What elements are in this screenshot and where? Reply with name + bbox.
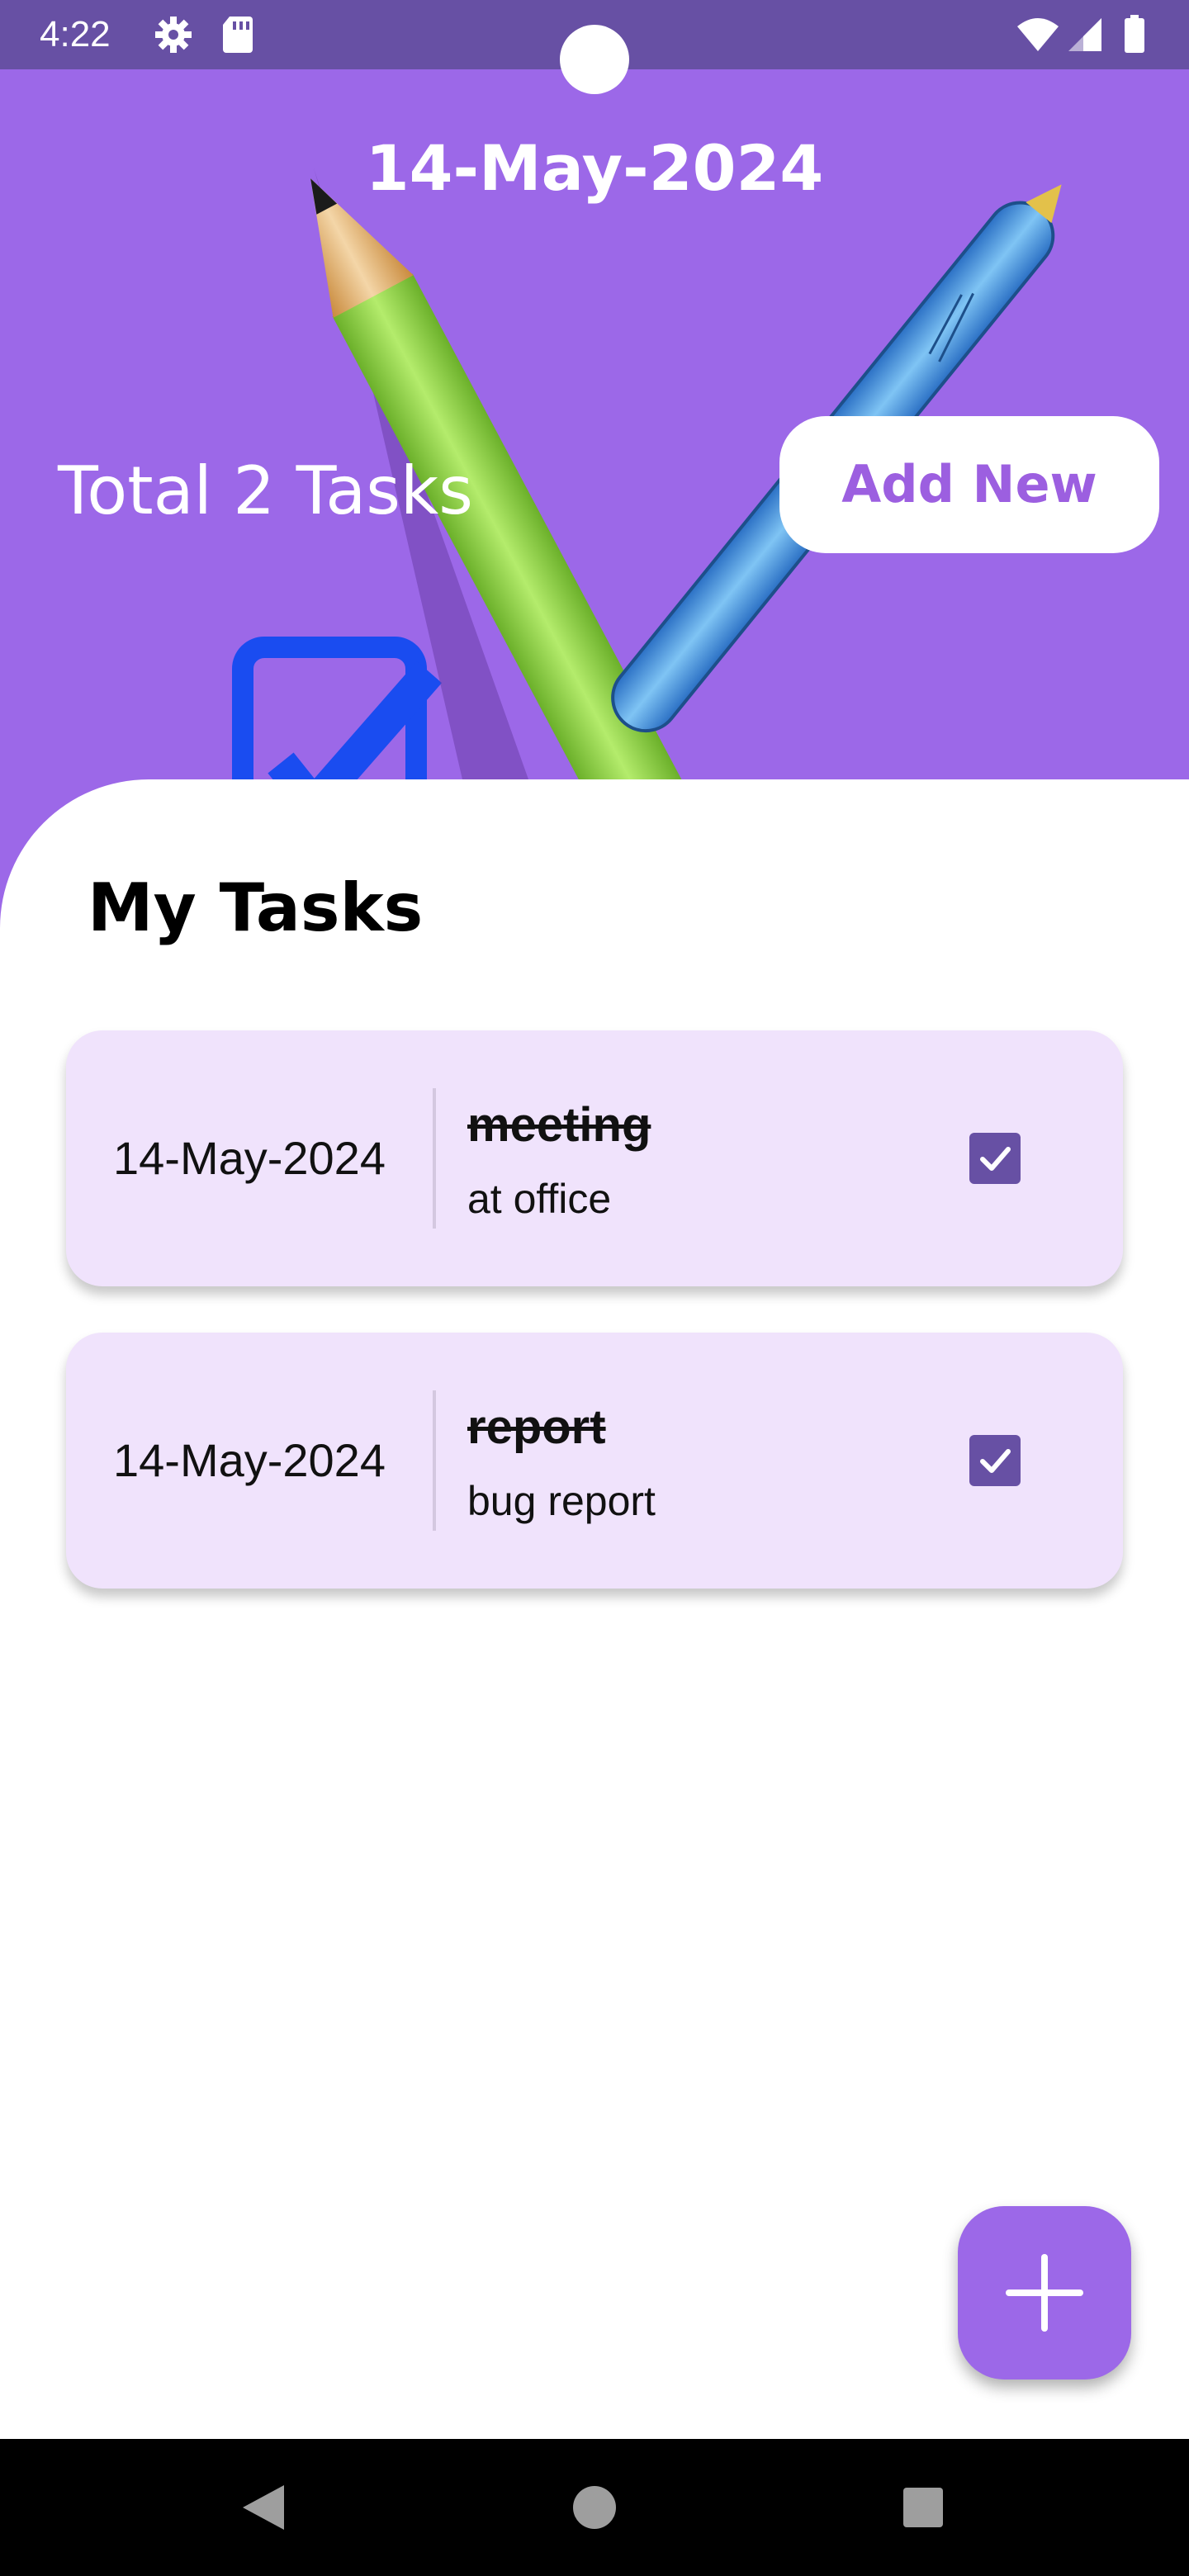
check-icon (980, 1147, 1011, 1171)
task-checkbox[interactable] (969, 1133, 1021, 1184)
task-card[interactable]: 14-May-2024 report bug report (66, 1333, 1123, 1589)
recents-icon (903, 2488, 943, 2527)
add-new-button[interactable]: Add New (779, 416, 1159, 553)
task-date: 14-May-2024 (113, 1434, 386, 1486)
task-title: report (467, 1400, 606, 1454)
signal-icon (1067, 15, 1103, 58)
task-description: at office (467, 1176, 612, 1222)
battery-icon (1123, 15, 1146, 58)
status-time: 4:22 (40, 14, 111, 54)
task-divider (433, 1390, 436, 1531)
wifi-icon (1016, 15, 1060, 58)
sd-card-icon (221, 15, 254, 58)
app-screen: 4:22 14-May-2024 Total 2 Tasks Add New M… (0, 0, 1189, 2576)
tasks-sheet: My Tasks 14-May-2024 meeting at office 1… (0, 779, 1189, 2439)
section-title: My Tasks (88, 869, 424, 946)
check-icon (980, 1449, 1011, 1473)
system-nav-bar (0, 2439, 1189, 2576)
task-date: 14-May-2024 (113, 1132, 386, 1184)
back-button[interactable] (197, 2439, 329, 2576)
task-description: bug report (467, 1478, 656, 1524)
home-icon (573, 2486, 616, 2529)
task-card[interactable]: 14-May-2024 meeting at office (66, 1030, 1123, 1286)
task-divider (433, 1088, 436, 1229)
task-title: meeting (467, 1098, 651, 1152)
header-date: 14-May-2024 (365, 131, 824, 205)
gear-icon (154, 15, 193, 58)
recents-button[interactable] (857, 2439, 989, 2576)
plus-icon (1006, 2254, 1083, 2332)
camera-cutout (560, 25, 629, 94)
total-tasks-label: Total 2 Tasks (58, 452, 473, 529)
home-button[interactable] (528, 2439, 661, 2576)
add-task-fab[interactable] (958, 2206, 1131, 2379)
task-checkbox[interactable] (969, 1435, 1021, 1486)
back-icon (243, 2485, 284, 2530)
